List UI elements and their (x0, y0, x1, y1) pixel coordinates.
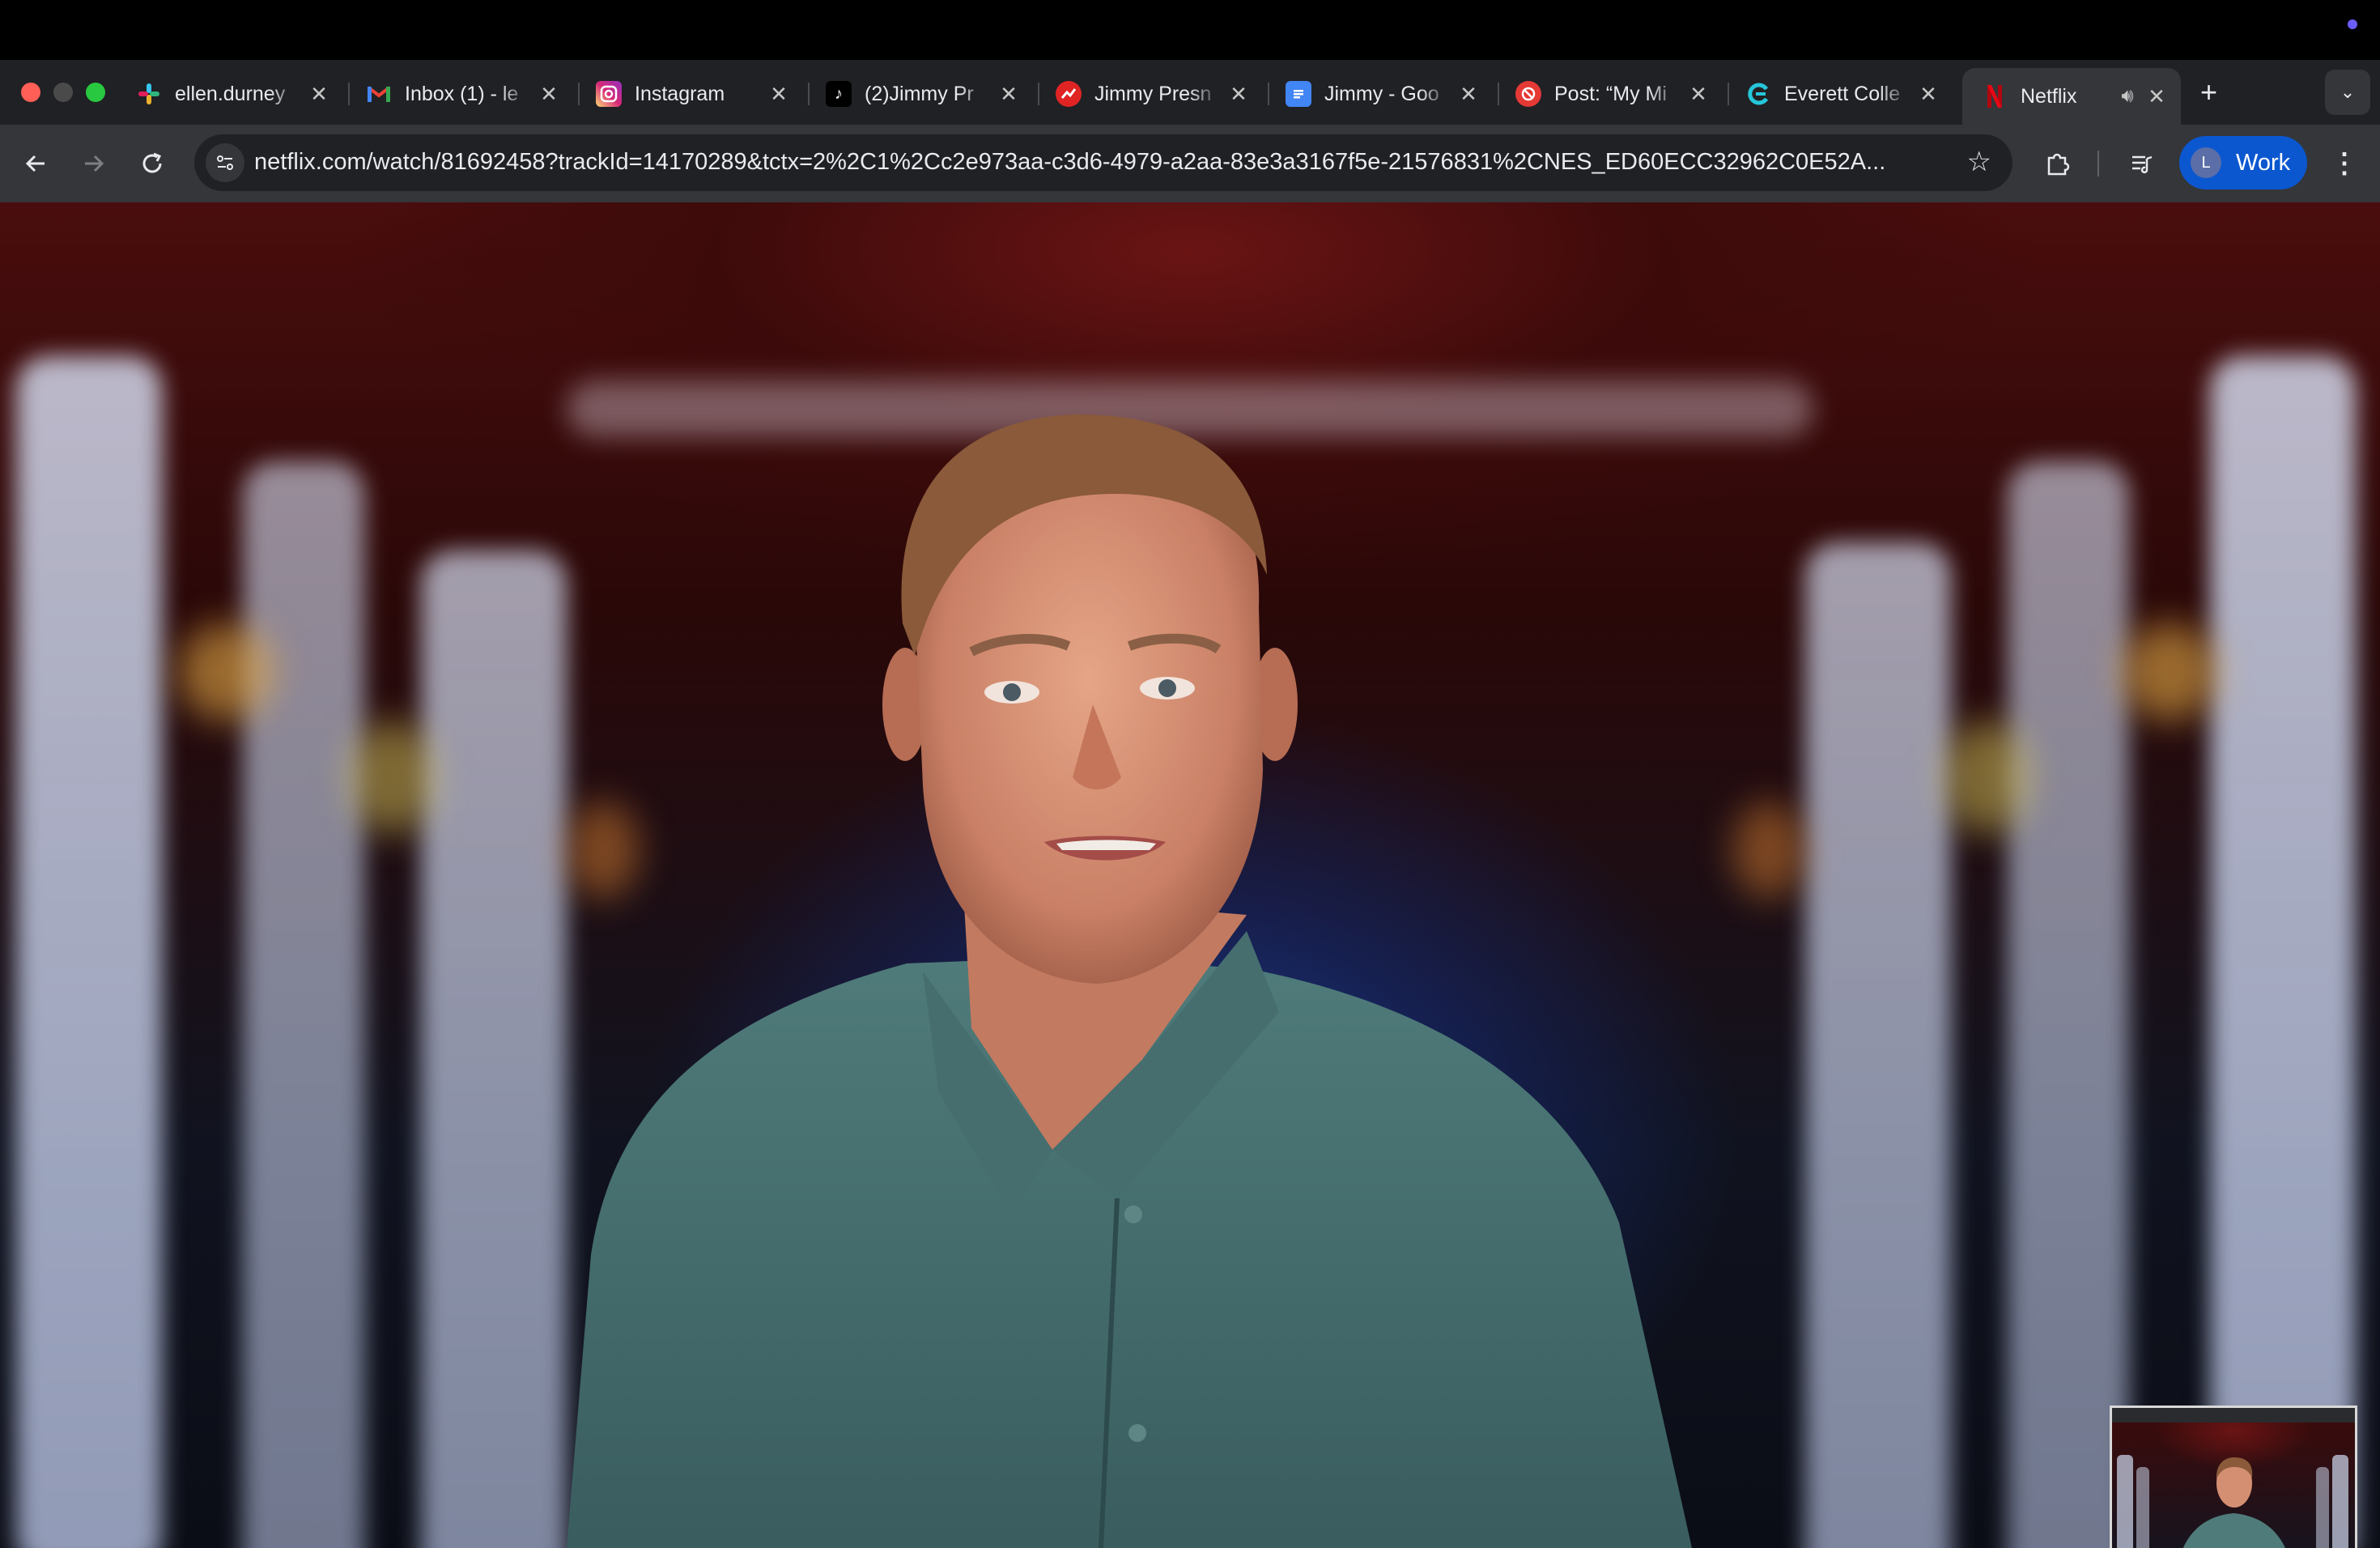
close-tab-icon[interactable]: ✕ (538, 82, 560, 107)
window-minimize-button[interactable] (53, 83, 73, 102)
url-text[interactable]: netflix.com/watch/81692458?trackId=14170… (254, 149, 1922, 176)
chevron-down-icon: ⌄ (2340, 82, 2356, 102)
slack-icon (136, 81, 162, 107)
close-tab-icon[interactable]: ✕ (308, 82, 330, 107)
profile-label: Work (2236, 149, 2291, 176)
close-tab-icon[interactable]: ✕ (767, 82, 790, 107)
instagram-icon (596, 81, 622, 107)
tab-separator (1268, 83, 1269, 105)
arrow-left-icon (25, 155, 45, 172)
no-entry-icon (1515, 81, 1541, 107)
google-docs-icon (1286, 81, 1311, 107)
tab-post[interactable]: Post: “My Mi ✕ (1515, 71, 1710, 117)
tab-everett[interactable]: Everett Colle ✕ (1745, 71, 1940, 117)
close-tab-icon[interactable]: ✕ (1687, 82, 1710, 107)
reload-icon (142, 152, 162, 173)
pip-figure (2117, 1455, 2348, 1548)
pip-toolbar (2112, 1408, 2355, 1423)
bookmark-star-icon[interactable]: ☆ (1967, 146, 1991, 178)
tab-gmail[interactable]: Inbox (1) - le ✕ (366, 71, 560, 117)
netflix-icon (1982, 83, 2008, 109)
browser-menu-button[interactable]: ⋮ (2325, 144, 2364, 183)
close-tab-icon[interactable]: ✕ (1917, 82, 1940, 107)
tab-separator (1728, 83, 1729, 105)
browser-toolbar: netflix.com/watch/81692458?trackId=14170… (0, 125, 2380, 202)
tab-netflix[interactable]: Netflix 🔊︎ ✕ (1962, 68, 2181, 125)
site-settings-icon[interactable] (206, 143, 244, 182)
tab-instagram[interactable]: Instagram ✕ (596, 71, 790, 117)
arrow-right-icon (85, 155, 104, 172)
tab-tiktok[interactable]: ♪ (2)Jimmy Pr ✕ (826, 71, 1020, 117)
speaker-icon[interactable]: 🔊︎ (2116, 85, 2139, 108)
video-player[interactable] (0, 202, 2380, 1548)
media-controls-button[interactable] (2123, 144, 2161, 183)
tab-separator (1498, 83, 1499, 105)
tab-trending[interactable]: Jimmy Presn ✕ (1056, 71, 1250, 117)
trending-icon (1056, 81, 1082, 107)
tiktok-icon: ♪ (826, 81, 852, 107)
gmail-icon (366, 81, 392, 107)
close-tab-icon[interactable]: ✕ (1227, 82, 1250, 107)
puzzle-icon (2047, 153, 2070, 176)
media-queue-icon (2132, 155, 2153, 174)
window-close-button[interactable] (21, 83, 40, 102)
picture-in-picture-preview[interactable] (2110, 1406, 2357, 1548)
everett-icon (1745, 81, 1771, 107)
tab-separator (348, 83, 350, 105)
tab-search-button[interactable]: ⌄ (2325, 70, 2370, 115)
close-tab-icon[interactable]: ✕ (1457, 82, 1480, 107)
avatar: L (2191, 147, 2221, 178)
extensions-button[interactable] (2038, 144, 2077, 183)
back-button[interactable] (16, 144, 55, 183)
window-maximize-button[interactable] (86, 83, 105, 102)
toolbar-separator (2097, 151, 2099, 176)
reload-button[interactable] (133, 144, 172, 183)
status-indicator-icon (2348, 19, 2357, 29)
close-tab-icon[interactable]: ✕ (997, 82, 1020, 107)
forward-button[interactable] (74, 144, 113, 183)
new-tab-button[interactable]: + (2200, 78, 2217, 107)
tab-separator (1038, 83, 1039, 105)
tab-strip: ellen.durney ✕ Inbox (1) - le ✕ Instagra… (0, 60, 2380, 125)
system-menu-bar (0, 0, 2380, 60)
tab-separator (578, 83, 580, 105)
interviewee-figure (567, 415, 1692, 1548)
profile-chip[interactable]: L Work (2179, 136, 2307, 189)
address-bar[interactable]: netflix.com/watch/81692458?trackId=14170… (194, 134, 2012, 191)
tab-google-docs[interactable]: Jimmy - Goo ✕ (1286, 71, 1480, 117)
tab-separator (808, 83, 810, 105)
pip-video (2112, 1423, 2355, 1548)
close-tab-icon[interactable]: ✕ (2145, 84, 2168, 109)
tab-slack[interactable]: ellen.durney ✕ (136, 71, 330, 117)
